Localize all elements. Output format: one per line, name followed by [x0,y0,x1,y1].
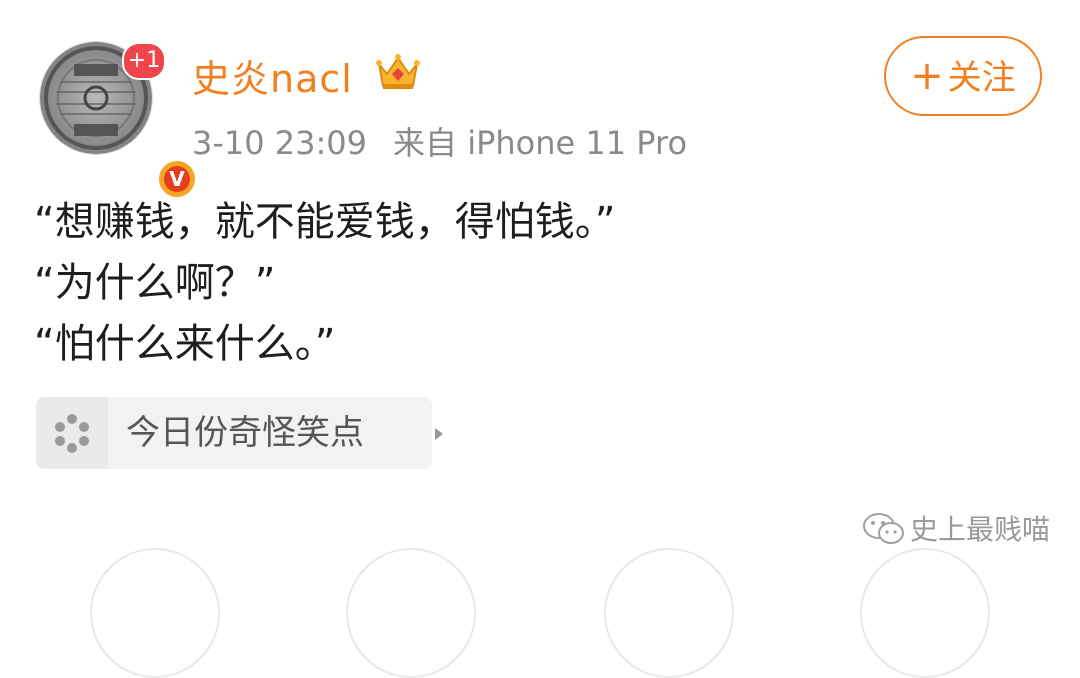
chevron-right-icon [434,411,446,455]
post-meta: 3-10 23:09 来自 iPhone 11 Pro [192,118,687,164]
post-timestamp: 3-10 23:09 [192,124,368,162]
wechat-icon [862,512,906,546]
avatar-notification-badge: +1 [122,42,166,80]
post-line: “为什么啊？” [34,260,276,306]
topic-label: 今日份奇怪笑点 [126,413,364,453]
action-button-like[interactable] [604,548,734,678]
username[interactable]: 史炎nacl [192,48,353,103]
post-line: “怕什么来什么。” [34,321,336,367]
follow-button[interactable]: + 关注 [884,36,1042,116]
action-button-share[interactable] [860,548,990,678]
post-content: “想赚钱，就不能爱钱，得怕钱。” “为什么啊？” “怕什么来什么。” [34,192,615,375]
watermark-text: 史上最贱喵 [910,513,1051,546]
topic-tag[interactable]: 今日份奇怪笑点 [36,397,443,469]
follow-label: 关注 [947,58,1016,98]
action-button-comment[interactable] [346,548,476,678]
plus-icon: + [910,53,944,99]
post-line: “想赚钱，就不能爱钱，得怕钱。” [34,199,616,245]
topic-icon [36,397,108,469]
crown-icon [375,50,421,92]
post-source: 来自 iPhone 11 Pro [393,124,688,162]
action-button-repost[interactable] [90,548,220,678]
verified-mark: V [164,166,190,192]
